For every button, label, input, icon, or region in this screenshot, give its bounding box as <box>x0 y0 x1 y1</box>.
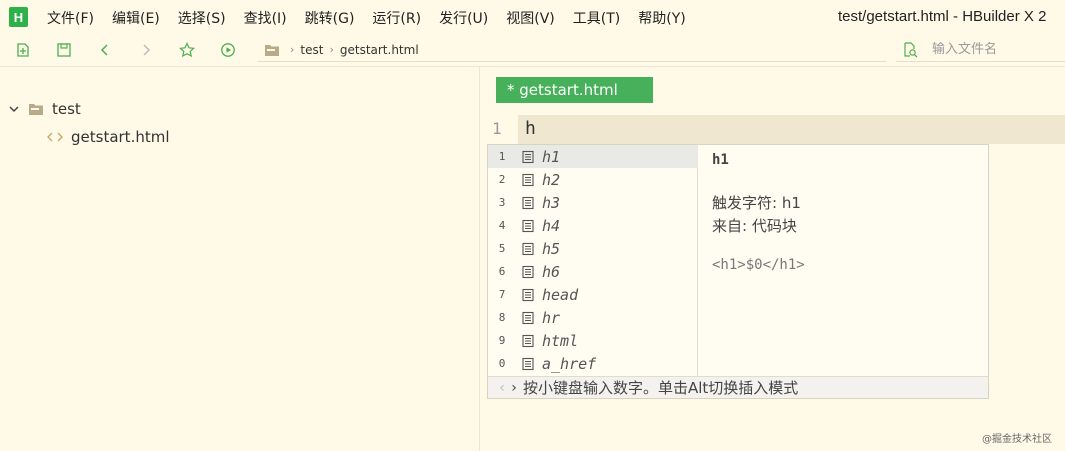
detail-title: h1 <box>712 152 729 168</box>
snippet-icon <box>522 196 534 209</box>
html-code-icon <box>47 132 63 142</box>
breadcrumb-separator: › <box>329 43 334 56</box>
menu-tools[interactable]: 工具(T) <box>573 8 620 28</box>
breadcrumb-file[interactable]: getstart.html <box>340 43 419 57</box>
menu-find[interactable]: 查找(I) <box>244 8 287 28</box>
suggestion-number: 5 <box>498 242 506 255</box>
snippet-icon <box>522 219 534 232</box>
suggestion-label: h6 <box>542 262 561 281</box>
folder-icon <box>29 104 43 115</box>
snippet-icon <box>522 150 534 163</box>
menu-file[interactable]: 文件(F) <box>47 8 94 28</box>
menu-bar: H 文件(F) 编辑(E) 选择(S) 查找(I) 跳转(G) 运行(R) 发行… <box>0 0 1065 34</box>
save-icon[interactable] <box>55 41 73 59</box>
suggestion-number: 2 <box>498 173 506 186</box>
detail-snippet: <h1>$0</h1> <box>712 257 805 273</box>
menu-select[interactable]: 选择(S) <box>178 8 226 28</box>
suggestion-number: 1 <box>498 150 506 163</box>
prev-page-icon[interactable]: ‹ <box>496 380 508 396</box>
next-page-icon[interactable]: › <box>508 380 520 396</box>
detail-source: 来自: 代码块 <box>712 217 797 235</box>
suggestion-number: 0 <box>498 357 506 370</box>
suggestion-list: 1 h1 2 h2 3 h3 4 h4 5 h5 6 h6 7 head 8 hr 9 html 0 a_href <box>488 145 698 376</box>
snippet-icon <box>522 334 534 347</box>
tab-getstart-html[interactable]: * getstart.html <box>496 77 653 103</box>
menu-list: 文件(F) 编辑(E) 选择(S) 查找(I) 跳转(G) 运行(R) 发行(U… <box>47 8 704 28</box>
suggestion-label: hr <box>542 308 561 327</box>
suggestion-item[interactable]: 1 h1 <box>488 145 698 168</box>
suggestion-label: head <box>542 285 579 304</box>
menu-edit[interactable]: 编辑(E) <box>112 8 160 28</box>
file-search <box>896 38 1065 62</box>
snippet-icon <box>522 173 534 186</box>
watermark: @掘金技术社区 <box>982 434 1052 445</box>
suggestion-number: 9 <box>498 334 506 347</box>
line-number: 1 <box>492 119 502 138</box>
suggestion-item[interactable]: 7 head <box>488 283 698 306</box>
current-line-highlight <box>518 115 1065 144</box>
suggestion-number: 8 <box>498 311 506 324</box>
menu-goto[interactable]: 跳转(G) <box>305 8 355 28</box>
new-file-icon[interactable] <box>14 41 32 59</box>
project-explorer: test getstart.html <box>0 67 480 451</box>
suggestion-item[interactable]: 9 html <box>488 329 698 352</box>
file-search-icon <box>904 41 918 57</box>
suggestion-item[interactable]: 6 h6 <box>488 260 698 283</box>
suggestion-item[interactable]: 3 h3 <box>488 191 698 214</box>
suggestion-label: h4 <box>542 216 561 235</box>
suggestion-label: a_href <box>542 354 597 373</box>
menu-publish[interactable]: 发行(U) <box>439 8 488 28</box>
tree-file-getstart[interactable]: getstart.html <box>47 128 170 146</box>
snippet-icon <box>522 311 534 324</box>
toolbar: › test › getstart.html <box>0 34 1065 66</box>
tree-project-test[interactable]: test <box>8 100 81 118</box>
file-search-input[interactable] <box>932 42 1062 57</box>
suggestion-item[interactable]: 0 a_href <box>488 352 698 375</box>
breadcrumb: › test › getstart.html <box>258 38 886 62</box>
app-logo[interactable]: H <box>9 7 28 27</box>
suggestion-label: h3 <box>542 193 561 212</box>
footer-hint: 按小键盘输入数字。单击Alt切换插入模式 <box>523 379 799 397</box>
breadcrumb-project[interactable]: test <box>300 43 323 57</box>
snippet-icon <box>522 288 534 301</box>
suggestion-item[interactable]: 5 h5 <box>488 237 698 260</box>
suggestion-number: 3 <box>498 196 506 209</box>
snippet-icon <box>522 265 534 278</box>
suggestion-label: h5 <box>542 239 561 258</box>
suggestion-label: h1 <box>542 147 561 166</box>
autocomplete-popup: 1 h1 2 h2 3 h3 4 h4 5 h5 6 h6 7 head 8 hr 9 html 0 a_href h… <box>487 144 989 399</box>
suggestion-number: 7 <box>498 288 506 301</box>
snippet-icon <box>522 357 534 370</box>
menu-run[interactable]: 运行(R) <box>372 8 421 28</box>
favorite-star-icon[interactable] <box>178 41 196 59</box>
back-icon[interactable] <box>96 41 114 59</box>
chevron-down-icon[interactable] <box>8 103 20 115</box>
run-icon[interactable] <box>219 41 237 59</box>
snippet-icon <box>522 242 534 255</box>
code-line[interactable]: h <box>525 118 536 139</box>
tree-file-label: getstart.html <box>71 128 170 146</box>
tree-project-label: test <box>52 100 81 118</box>
suggestion-item[interactable]: 8 hr <box>488 306 698 329</box>
suggestion-item[interactable]: 2 h2 <box>488 168 698 191</box>
detail-trigger: 触发字符: h1 <box>712 194 801 212</box>
popup-footer: ‹ › 按小键盘输入数字。单击Alt切换插入模式 <box>488 376 988 398</box>
suggestion-number: 4 <box>498 219 506 232</box>
suggestion-item[interactable]: 4 h4 <box>488 214 698 237</box>
window-title: test/getstart.html - HBuilder X 2 <box>838 8 1047 25</box>
suggestion-label: html <box>542 331 579 350</box>
suggestion-label: h2 <box>542 170 561 189</box>
forward-icon[interactable] <box>137 41 155 59</box>
folder-icon <box>265 44 279 56</box>
breadcrumb-separator: › <box>290 43 295 56</box>
menu-help[interactable]: 帮助(Y) <box>638 8 685 28</box>
suggestion-number: 6 <box>498 265 506 278</box>
menu-view[interactable]: 视图(V) <box>506 8 555 28</box>
